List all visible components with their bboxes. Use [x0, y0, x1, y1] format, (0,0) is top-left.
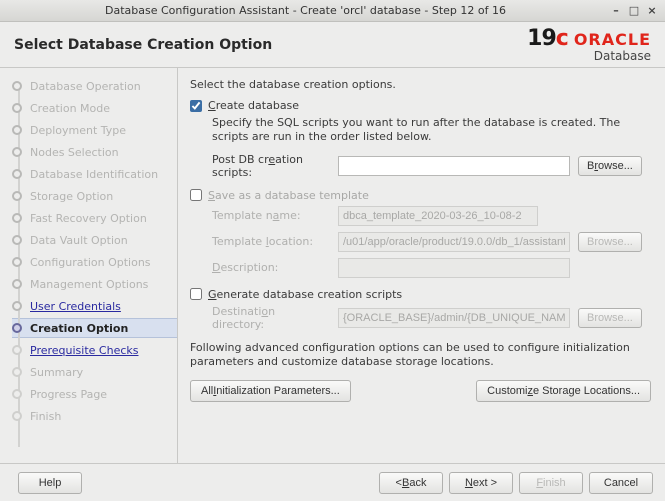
- customize-storage-button[interactable]: Customize Storage Locations...: [476, 380, 651, 402]
- post-scripts-input[interactable]: [338, 156, 570, 176]
- step-creation-option: Creation Option: [12, 318, 177, 338]
- gen-scripts-checkbox[interactable]: [190, 288, 202, 300]
- minimize-icon[interactable]: –: [609, 4, 623, 18]
- header: Select Database Creation Option 19c ORAC…: [0, 22, 665, 68]
- footer: Help < Back Next > Finish Cancel: [0, 463, 665, 501]
- steps-sidebar: Database Operation Creation Mode Deploym…: [0, 68, 178, 463]
- create-database-checkbox[interactable]: [190, 100, 202, 112]
- save-template-checkbox[interactable]: [190, 189, 202, 201]
- create-db-desc: Specify the SQL scripts you want to run …: [212, 116, 651, 145]
- version-badge: 19c: [527, 26, 568, 51]
- step-progress-page: Progress Page: [12, 384, 177, 404]
- next-button[interactable]: Next >: [449, 472, 513, 494]
- content-area: Database Operation Creation Mode Deploym…: [0, 68, 665, 463]
- step-prerequisite-checks[interactable]: Prerequisite Checks: [12, 340, 177, 360]
- brand-logo: 19c ORACLE Database: [527, 26, 651, 63]
- finish-button: Finish: [519, 472, 583, 494]
- product-word: Database: [574, 49, 651, 63]
- vendor-word: ORACLE: [574, 30, 651, 49]
- template-name-input: [338, 206, 538, 226]
- step-configuration-options: Configuration Options: [12, 252, 177, 272]
- step-storage-option: Storage Option: [12, 186, 177, 206]
- create-database-label: Create database: [208, 99, 299, 112]
- template-browse-button: Browse...: [578, 232, 642, 252]
- main-panel: Select the database creation options. Cr…: [178, 68, 665, 463]
- window-title: Database Configuration Assistant - Creat…: [6, 4, 605, 17]
- post-scripts-label: Post DB creation scripts:: [212, 153, 330, 179]
- template-location-input: [338, 232, 570, 252]
- template-desc-input: [338, 258, 570, 278]
- step-database-operation: Database Operation: [12, 76, 177, 96]
- step-finish: Finish: [12, 406, 177, 426]
- gen-scripts-row: Generate database creation scripts: [190, 288, 651, 301]
- save-template-row: Save as a database template: [190, 189, 651, 202]
- template-name-label: Template name:: [212, 209, 330, 222]
- init-params-button[interactable]: All Initialization Parameters...: [190, 380, 351, 402]
- save-template-label: Save as a database template: [208, 189, 369, 202]
- help-button[interactable]: Help: [18, 472, 82, 494]
- step-management-options: Management Options: [12, 274, 177, 294]
- instructions-text: Select the database creation options.: [190, 78, 651, 91]
- create-database-row: Create database: [190, 99, 651, 112]
- dest-dir-input: [338, 308, 570, 328]
- step-creation-mode: Creation Mode: [12, 98, 177, 118]
- step-data-vault-option: Data Vault Option: [12, 230, 177, 250]
- dest-browse-button: Browse...: [578, 308, 642, 328]
- cancel-button[interactable]: Cancel: [589, 472, 653, 494]
- post-scripts-browse-button[interactable]: Browse...: [578, 156, 642, 176]
- titlebar: Database Configuration Assistant - Creat…: [0, 0, 665, 22]
- step-fast-recovery-option: Fast Recovery Option: [12, 208, 177, 228]
- gen-scripts-label: Generate database creation scripts: [208, 288, 402, 301]
- step-deployment-type: Deployment Type: [12, 120, 177, 140]
- back-button[interactable]: < Back: [379, 472, 443, 494]
- dest-dir-label: Destination directory:: [212, 305, 330, 331]
- close-icon[interactable]: ×: [645, 4, 659, 18]
- template-location-label: Template location:: [212, 235, 330, 248]
- step-nodes-selection: Nodes Selection: [12, 142, 177, 162]
- step-summary: Summary: [12, 362, 177, 382]
- maximize-icon[interactable]: □: [627, 4, 641, 18]
- step-database-identification: Database Identification: [12, 164, 177, 184]
- template-desc-label: Description:: [212, 261, 330, 274]
- step-user-credentials[interactable]: User Credentials: [12, 296, 177, 316]
- advanced-note: Following advanced configuration options…: [190, 341, 651, 371]
- page-title: Select Database Creation Option: [14, 37, 527, 53]
